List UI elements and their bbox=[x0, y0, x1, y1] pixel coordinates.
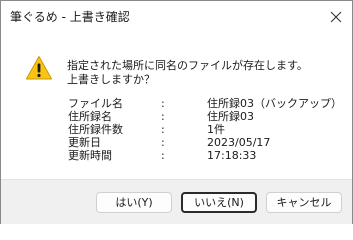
detail-label: 更新時間 bbox=[68, 149, 112, 162]
confirm-message: 指定された場所に同名のファイルが存在します。 上書きしますか？ bbox=[67, 59, 308, 87]
detail-label: 更新日 bbox=[68, 136, 101, 149]
cancel-button[interactable]: キャンセル bbox=[266, 192, 342, 213]
detail-label: ファイル名 bbox=[68, 97, 123, 110]
message-line: 上書きしますか？ bbox=[67, 73, 155, 86]
dialog-content: 指定された場所に同名のファイルが存在します。 上書きしますか？ ファイル名 : … bbox=[1, 33, 352, 178]
detail-value: 1件 bbox=[207, 123, 225, 136]
yes-button[interactable]: はい(Y) bbox=[96, 192, 172, 213]
detail-value: 17:18:33 bbox=[207, 149, 257, 162]
detail-row-addressbook-name: 住所録名 : 住所録03 bbox=[1, 110, 352, 123]
close-icon bbox=[330, 11, 342, 23]
detail-label: 住所録名 bbox=[68, 110, 112, 123]
detail-colon: : bbox=[161, 136, 165, 149]
detail-colon: : bbox=[161, 110, 165, 123]
window-title: 筆ぐるめ - 上書き確認 bbox=[10, 10, 130, 24]
detail-value: 住所録03 bbox=[207, 110, 254, 123]
detail-row-updated-date: 更新日 : 2023/05/17 bbox=[1, 136, 352, 149]
detail-row-updated-time: 更新時間 : 17:18:33 bbox=[1, 149, 352, 162]
detail-value: 2023/05/17 bbox=[207, 136, 271, 149]
detail-colon: : bbox=[161, 149, 165, 162]
detail-row-record-count: 住所録件数 : 1件 bbox=[1, 123, 352, 136]
message-line: 指定された場所に同名のファイルが存在します。 bbox=[67, 59, 308, 72]
warning-icon bbox=[25, 55, 53, 81]
confirm-overwrite-dialog: 筆ぐるめ - 上書き確認 指定された場所に同名のファイルが存在します。 上書きし… bbox=[0, 0, 353, 224]
no-button[interactable]: いいえ(N) bbox=[181, 192, 257, 213]
title-bar: 筆ぐるめ - 上書き確認 bbox=[1, 1, 352, 33]
button-bar: はい(Y) いいえ(N) キャンセル bbox=[1, 179, 352, 224]
detail-row-filename: ファイル名 : 住所録03（バックアップ） bbox=[1, 97, 352, 110]
detail-colon: : bbox=[161, 123, 165, 136]
detail-label: 住所録件数 bbox=[68, 123, 123, 136]
detail-value: 住所録03（バックアップ） bbox=[207, 97, 342, 110]
close-button[interactable] bbox=[324, 5, 348, 29]
detail-colon: : bbox=[161, 97, 165, 110]
